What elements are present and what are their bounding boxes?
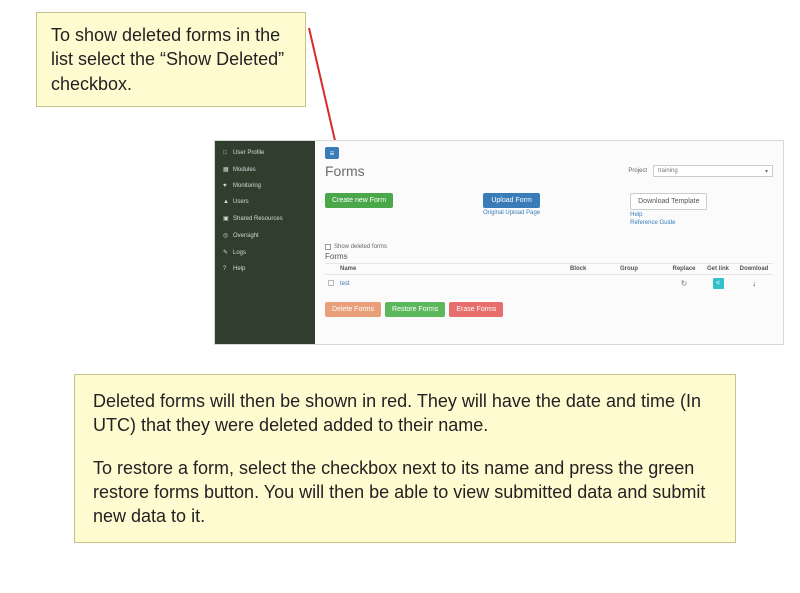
- app-window: □ User Profile ▦ Modules ♥ Monitoring ▲ …: [214, 140, 784, 345]
- sidebar-item-label: Help: [233, 266, 245, 272]
- col-download: Download: [735, 264, 773, 275]
- page-title: Forms: [325, 163, 365, 179]
- cell-group: [617, 275, 667, 293]
- users-icon: ▲: [223, 199, 229, 205]
- restore-forms-button[interactable]: Restore Forms: [385, 302, 445, 317]
- callout-text: Deleted forms will then be shown in red.…: [93, 389, 717, 438]
- main-content: ≡ Forms Project training ▾ Create new Fo…: [315, 141, 783, 344]
- sidebar-item-label: Users: [233, 199, 249, 205]
- help-icon: ?: [223, 266, 229, 272]
- sidebar-item-label: Modules: [233, 167, 256, 173]
- col-getlink: Get link: [701, 264, 735, 275]
- download-icon[interactable]: ↓: [752, 279, 756, 288]
- sidebar-item-modules[interactable]: ▦ Modules: [215, 161, 315, 178]
- show-deleted-row: Show deleted forms: [325, 244, 773, 250]
- monitoring-icon: ♥: [223, 183, 229, 189]
- callout-restore-explain: Deleted forms will then be shown in red.…: [74, 374, 736, 543]
- bulk-action-row: Delete Forms Restore Forms Erase Forms: [325, 302, 773, 317]
- col-name: Name: [337, 264, 567, 275]
- callout-text: To restore a form, select the checkbox n…: [93, 456, 717, 529]
- toolbar: Create new Form Upload Form Original Upl…: [325, 193, 773, 226]
- upload-form-button[interactable]: Upload Form: [483, 193, 540, 208]
- forms-table: Name Block Group Replace Get link Downlo…: [325, 263, 773, 292]
- help-link[interactable]: Help: [630, 212, 707, 218]
- user-icon: □: [223, 150, 229, 156]
- sidebar-item-label: Logs: [233, 250, 246, 256]
- title-row: Forms Project training ▾: [325, 163, 773, 179]
- sidebar-item-label: Monitoring: [233, 183, 261, 189]
- sidebar-item-user-profile[interactable]: □ User Profile: [215, 145, 315, 161]
- col-group: Group: [617, 264, 667, 275]
- replace-icon[interactable]: ↻: [681, 279, 688, 288]
- create-form-button[interactable]: Create new Form: [325, 193, 393, 208]
- chevron-down-icon: ▾: [765, 168, 768, 175]
- sidebar-item-shared-resources[interactable]: ▣ Shared Resources: [215, 210, 315, 227]
- project-select[interactable]: training ▾: [653, 165, 773, 177]
- sidebar-item-label: User Profile: [233, 150, 264, 156]
- sidebar-item-users[interactable]: ▲ Users: [215, 194, 315, 210]
- reference-guide-link[interactable]: Reference Guide: [630, 220, 707, 226]
- sidebar-item-oversight[interactable]: ◎ Oversight: [215, 227, 315, 244]
- hamburger-menu-button[interactable]: ≡: [325, 147, 339, 159]
- show-deleted-label: Show deleted forms: [334, 244, 387, 250]
- sidebar-item-help[interactable]: ? Help: [215, 261, 315, 277]
- row-select-checkbox[interactable]: [328, 280, 334, 286]
- project-label: Project: [628, 168, 647, 174]
- cell-block: [567, 275, 617, 293]
- sidebar-item-label: Oversight: [233, 233, 259, 239]
- oversight-icon: ◎: [223, 232, 229, 239]
- sidebar: □ User Profile ▦ Modules ♥ Monitoring ▲ …: [215, 141, 315, 344]
- col-block: Block: [567, 264, 617, 275]
- sidebar-item-monitoring[interactable]: ♥ Monitoring: [215, 178, 315, 194]
- original-upload-link[interactable]: Original Upload Page: [483, 210, 540, 216]
- project-value: training: [658, 168, 678, 174]
- delete-forms-button[interactable]: Delete Forms: [325, 302, 381, 317]
- download-template-button[interactable]: Download Template: [630, 193, 707, 210]
- logs-icon: ✎: [223, 249, 229, 256]
- sidebar-item-logs[interactable]: ✎ Logs: [215, 244, 315, 261]
- erase-forms-button[interactable]: Erase Forms: [449, 302, 503, 317]
- table-header-row: Name Block Group Replace Get link Downlo…: [325, 264, 773, 275]
- form-name-link[interactable]: test: [340, 281, 350, 287]
- sidebar-item-label: Shared Resources: [233, 216, 283, 222]
- get-link-icon[interactable]: <: [713, 278, 724, 289]
- shared-resources-icon: ▣: [223, 215, 229, 222]
- col-replace: Replace: [667, 264, 701, 275]
- table-row: test ↻ < ↓: [325, 275, 773, 293]
- callout-show-deleted: To show deleted forms in the list select…: [36, 12, 306, 107]
- callout-text: To show deleted forms in the list select…: [51, 25, 284, 94]
- show-deleted-checkbox[interactable]: [325, 244, 331, 250]
- hamburger-icon: ≡: [330, 149, 335, 158]
- project-picker: Project training ▾: [628, 165, 773, 177]
- modules-icon: ▦: [223, 166, 229, 173]
- forms-section-title: Forms: [325, 252, 773, 261]
